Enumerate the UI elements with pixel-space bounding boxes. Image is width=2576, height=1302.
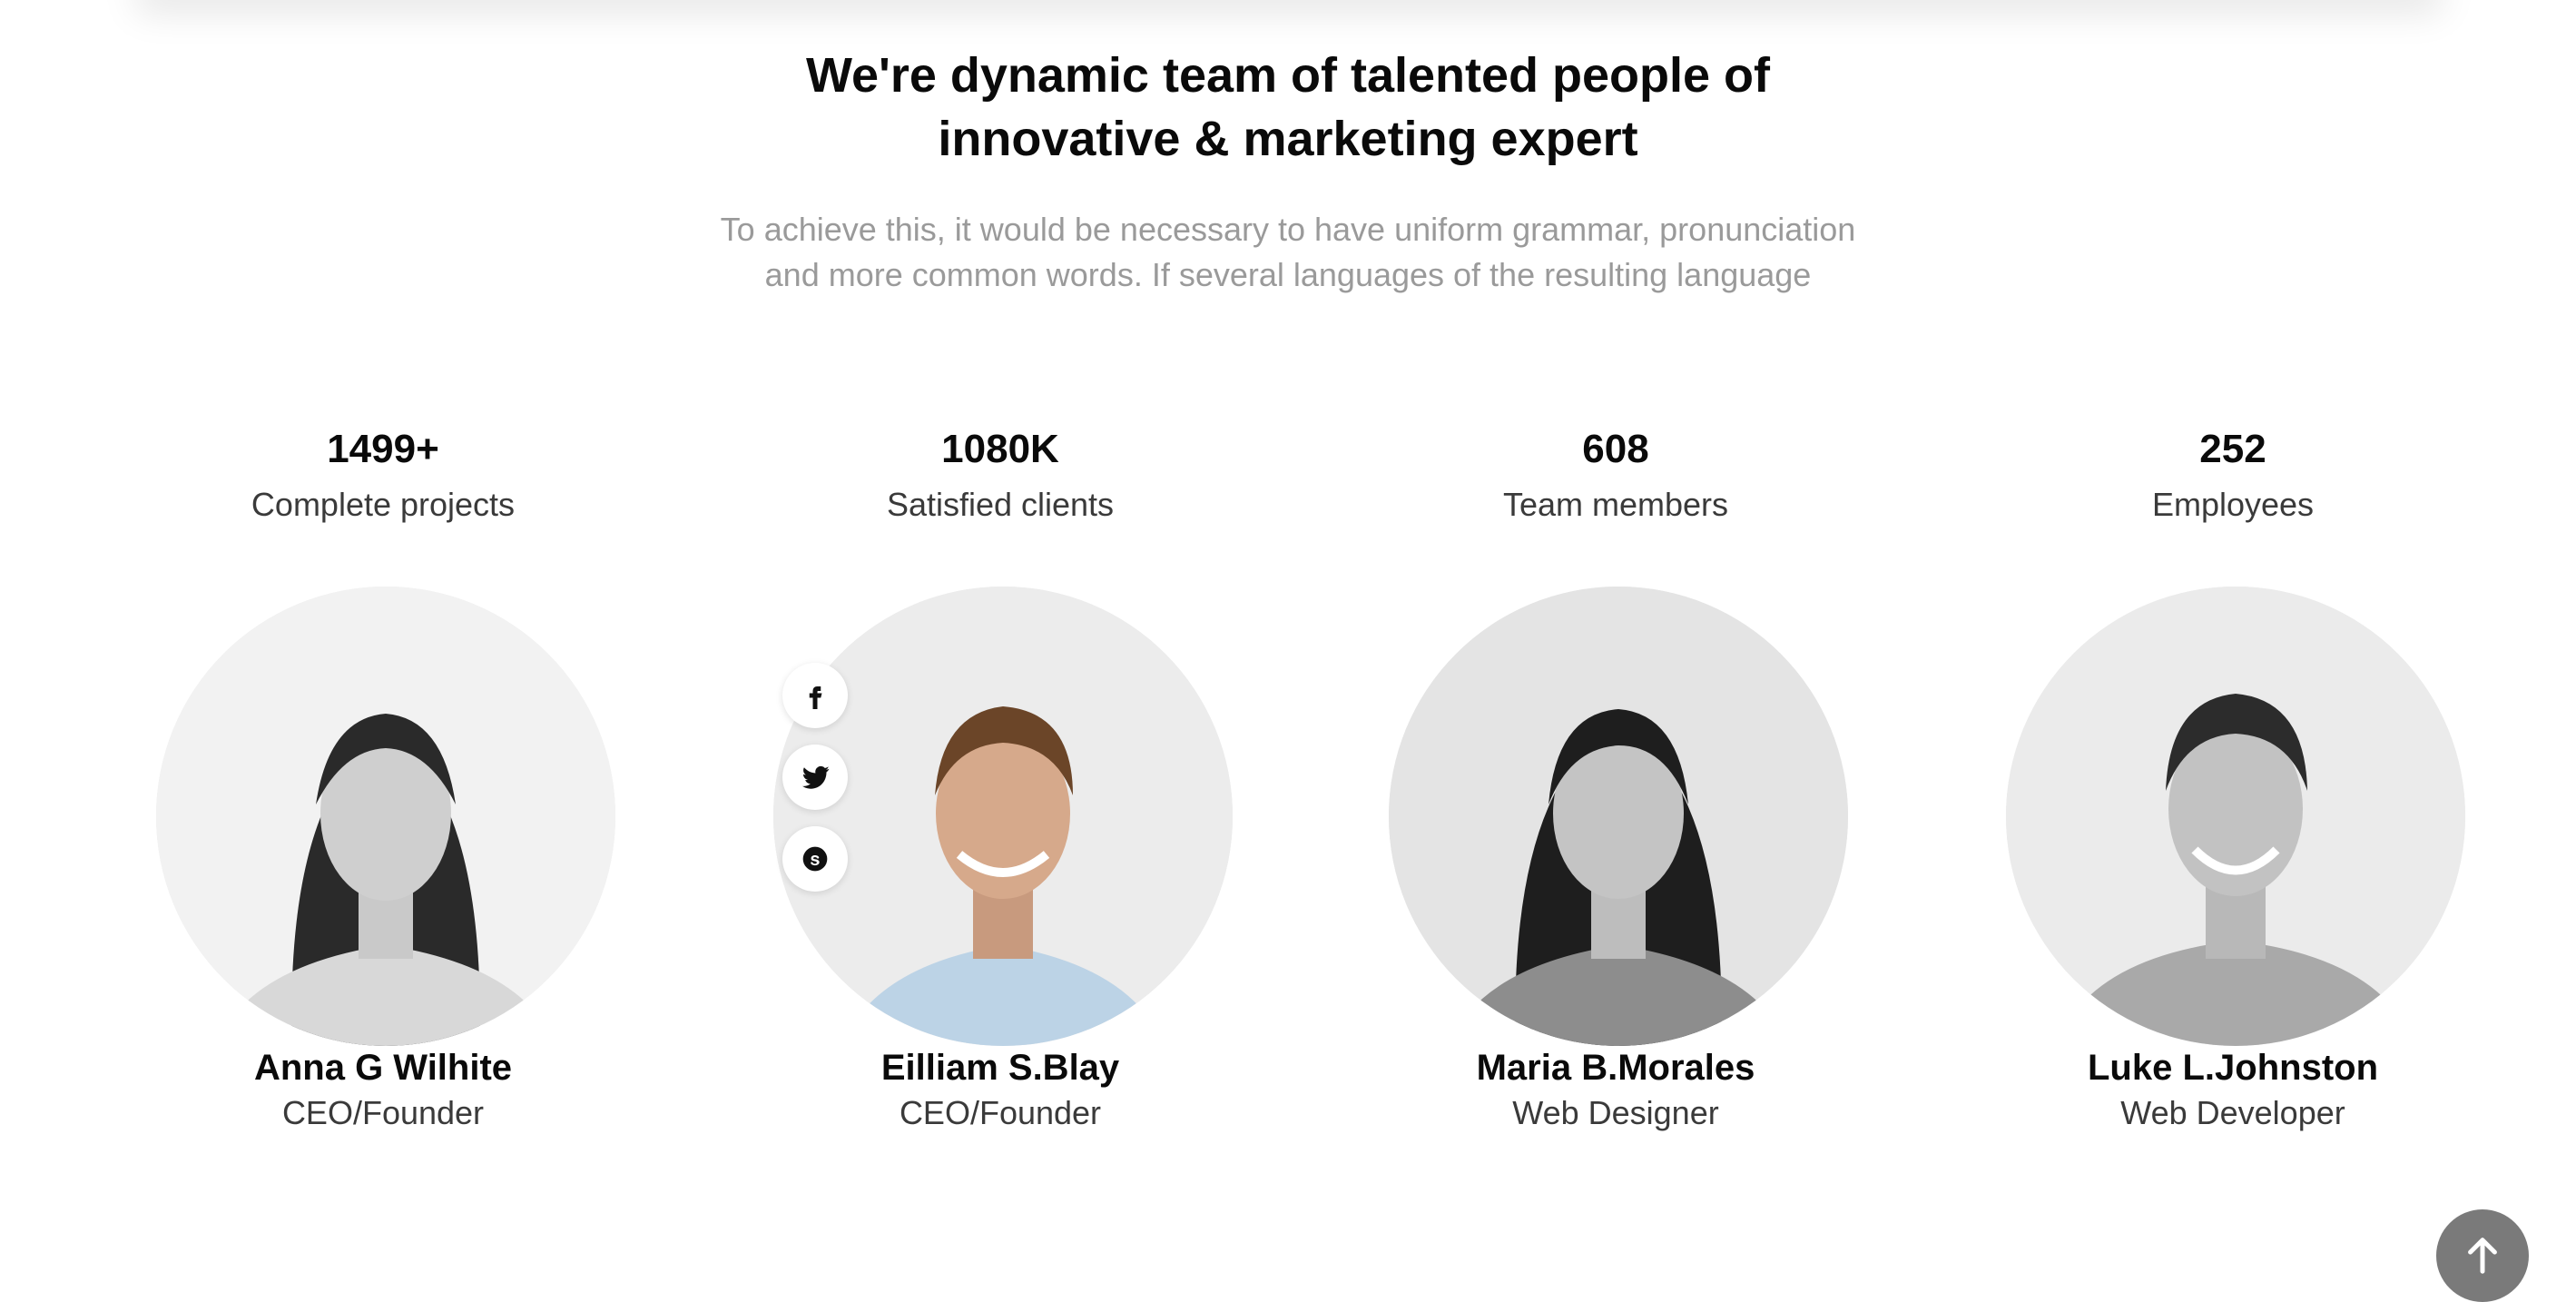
description-line-2: and more common words. If several langua…: [764, 256, 1812, 293]
stat-label: Complete projects: [251, 486, 516, 523]
member-name: Anna G Wilhite: [253, 1048, 513, 1088]
skype-button[interactable]: [782, 826, 848, 892]
member-name: Eilliam S.Blay: [880, 1048, 1120, 1088]
facebook-button[interactable]: [782, 663, 848, 728]
scroll-to-top-button[interactable]: [2436, 1209, 2529, 1302]
arrow-up-icon: [2468, 1238, 2497, 1274]
member-photo: [1389, 587, 1848, 1046]
member-role: CEO/Founder: [281, 1094, 485, 1131]
stat-value: 1499+: [327, 427, 439, 471]
stat-label: Satisfied clients: [886, 486, 1115, 523]
member-name: Luke L.Johnston: [2088, 1048, 2378, 1088]
heading-line-2: innovative & marketing expert: [938, 112, 1638, 166]
description-line-1: To achieve this, it would be necessary t…: [720, 211, 1856, 248]
stat-value: 1080K: [941, 427, 1059, 471]
heading-line-1: We're dynamic team of talented people of: [805, 48, 1771, 103]
stat-label: Team members: [1502, 486, 1729, 523]
stat-value: 252: [2199, 427, 2266, 471]
facebook-icon: [809, 686, 822, 709]
member-role: Web Developer: [2120, 1094, 2345, 1131]
member-photo: [156, 587, 615, 1046]
member-name: Maria B.Morales: [1476, 1048, 1755, 1088]
stat-value: 608: [1582, 427, 1649, 471]
twitter-icon: [801, 765, 830, 789]
member-role: Web Designer: [1512, 1094, 1719, 1131]
stat-label: Employees: [2151, 486, 2315, 523]
skype-icon: [802, 846, 828, 872]
section-description: To achieve this, it would be necessary t…: [0, 207, 2576, 298]
member-photo: [773, 587, 1233, 1046]
section-heading: We're dynamic team of talented people of…: [0, 44, 2576, 171]
member-photo: [2006, 587, 2465, 1046]
member-role: CEO/Founder: [899, 1094, 1102, 1131]
twitter-button[interactable]: [782, 745, 848, 810]
